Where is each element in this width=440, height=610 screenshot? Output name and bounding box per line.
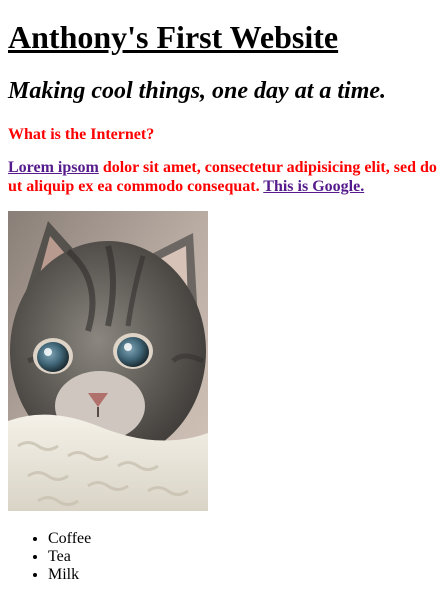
google-link[interactable]: This is Google. [263, 178, 364, 195]
paragraph-text-2: ut aliquip ex ea commodo consequat. [8, 178, 264, 195]
paragraph-line-1: Lorem ipsom dolor sit amet, consectetur … [8, 158, 440, 177]
paragraph-text-1: dolor sit amet, consectetur adipisicing … [98, 159, 437, 176]
kitten-image [8, 211, 208, 511]
section-heading: What is the Internet? [8, 126, 155, 143]
list-item: Milk [48, 566, 91, 584]
body-paragraph: Lorem ipsom dolor sit amet, consectetur … [8, 158, 440, 196]
lorem-ipsom-link[interactable]: Lorem ipsom [8, 159, 99, 176]
site-title: Anthony's First Website [8, 19, 339, 55]
list-item: Coffee [48, 530, 91, 548]
site-subtitle: Making cool things, one day at a time. [8, 78, 387, 104]
drinks-list: Coffee Tea Milk [8, 530, 91, 584]
list-item: Tea [48, 548, 91, 566]
paragraph-line-2: ut aliquip ex ea commodo consequat. This… [8, 177, 440, 196]
